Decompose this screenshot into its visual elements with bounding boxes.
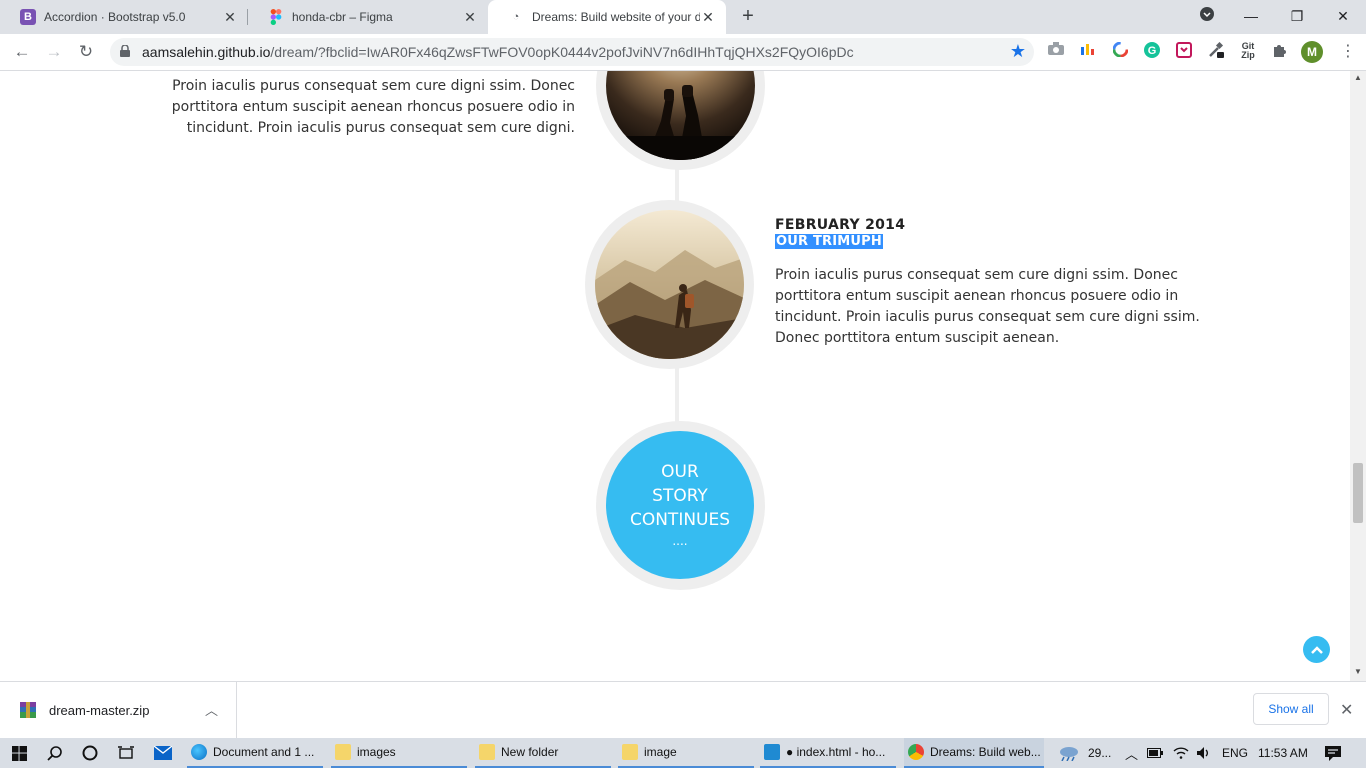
reload-button[interactable]: ↻ — [75, 41, 97, 63]
timeline-entry-date: FEBRUARY 2014 — [775, 217, 906, 233]
taskbar-app-label: Dreams: Build web... — [930, 745, 1041, 759]
timeline-left-text: Proin iaculis purus consequat sem cure d… — [171, 78, 575, 136]
input-language[interactable]: ENG — [1222, 738, 1248, 768]
continues-line-3: CONTINUES — [629, 510, 731, 530]
browser-toolbar: ← → ↻ aamsalehin.github.io/dream/?fbclid… — [0, 34, 1366, 71]
taskbar-app-image[interactable]: image — [618, 738, 754, 768]
chevron-up-icon[interactable]: ︿ — [205, 700, 218, 719]
scroll-up-arrow-icon[interactable]: ▲ — [1354, 73, 1362, 82]
folder-icon — [622, 744, 638, 760]
taskbar-app-label: Document and 1 ... — [213, 745, 315, 759]
windows-start-icon[interactable] — [8, 738, 30, 768]
minimize-button[interactable]: — — [1239, 5, 1263, 27]
close-icon[interactable]: ✕ — [700, 9, 716, 25]
camera-icon[interactable] — [1047, 42, 1065, 60]
pocket-extension-icon[interactable] — [1175, 42, 1193, 60]
back-button[interactable]: ← — [11, 41, 33, 63]
restore-button[interactable]: ❐ — [1285, 5, 1309, 27]
loading-icon: ◔ — [512, 11, 520, 23]
taskbar-app-label: ● index.html - ho... — [786, 745, 886, 759]
url-host: aamsalehin.github.io — [142, 44, 271, 60]
address-bar[interactable]: aamsalehin.github.io/dream/?fbclid=IwAR0… — [110, 38, 1034, 66]
search-icon[interactable] — [44, 738, 66, 768]
browser-menu-icon[interactable]: ⋮ — [1340, 41, 1356, 63]
hiker-image — [595, 210, 744, 359]
svg-text:G: G — [1148, 45, 1157, 57]
close-icon[interactable]: ✕ — [222, 9, 238, 25]
vscode-icon — [764, 744, 780, 760]
timeline-entry-text: Proin iaculis purus consequat sem cure d… — [775, 267, 1200, 346]
page-scrollbar[interactable]: ▲ ▼ — [1350, 71, 1366, 681]
back-to-top-button[interactable] — [1303, 636, 1330, 663]
lock-icon — [120, 45, 130, 57]
system-clock[interactable]: 11:53 AM — [1258, 738, 1308, 768]
taskbar-app-images[interactable]: images — [331, 738, 467, 768]
tray-chevron-up-icon[interactable]: ︿ — [1125, 738, 1138, 768]
folder-icon — [479, 744, 495, 760]
eyedropper-icon[interactable] — [1207, 41, 1225, 60]
figma-icon — [268, 9, 284, 25]
close-icon[interactable]: ✕ — [462, 9, 478, 25]
url-text: aamsalehin.github.io/dream/?fbclid=IwAR0… — [142, 44, 854, 60]
task-view-icon[interactable] — [115, 738, 137, 768]
taskbar-app-label: image — [644, 745, 677, 759]
taskbar-app-new-folder[interactable]: New folder — [475, 738, 611, 768]
extensions-puzzle-icon[interactable] — [1271, 42, 1289, 60]
gitzip-icon[interactable]: Git Zip — [1239, 42, 1257, 60]
tab-title: Dreams: Build website of your dr — [532, 10, 700, 24]
grammarly-icon[interactable]: G — [1143, 42, 1161, 60]
wifi-icon[interactable] — [1173, 738, 1189, 768]
tab-strip: B Accordion · Bootstrap v5.0 ✕ honda-cbr… — [0, 0, 1366, 34]
rain-cloud-icon — [1060, 747, 1078, 761]
winrar-archive-icon — [20, 702, 36, 718]
story-continues-circle: OUR STORY CONTINUES .... — [606, 431, 754, 579]
tab-figma[interactable]: honda-cbr – Figma ✕ — [248, 0, 488, 34]
url-path: /dream/?fbclid=IwAR0Fx46qZwsFTwFOV0opK04… — [270, 44, 854, 60]
scroll-down-arrow-icon[interactable]: ▼ — [1354, 667, 1362, 676]
battery-icon[interactable] — [1147, 738, 1163, 768]
close-icon[interactable]: ✕ — [1340, 700, 1353, 720]
chrome-icon — [908, 744, 924, 760]
download-file-name: dream-master.zip — [49, 703, 150, 718]
scrollbar-thumb[interactable] — [1353, 463, 1363, 523]
cortana-icon[interactable] — [79, 738, 101, 768]
window-close-button[interactable]: ✕ — [1331, 5, 1355, 27]
web-page: Proin iaculis purus consequat sem cure d… — [0, 71, 1350, 681]
weather-temperature: 29... — [1088, 746, 1112, 760]
color-picker-extension-icon[interactable] — [1111, 41, 1129, 60]
tab-search-icon[interactable] — [1195, 5, 1219, 27]
taskbar-app-vscode[interactable]: ● index.html - ho... — [760, 738, 896, 768]
download-item[interactable]: dream-master.zip ︿ — [0, 682, 237, 738]
new-tab-button[interactable]: + — [738, 6, 758, 27]
tab-title: Accordion · Bootstrap v5.0 — [44, 10, 186, 24]
notifications-icon[interactable] — [1325, 738, 1341, 768]
bookmark-star-icon[interactable]: ★ — [1010, 41, 1026, 62]
show-all-button[interactable]: Show all — [1253, 693, 1329, 725]
chart-extension-icon[interactable] — [1079, 42, 1097, 60]
tab-dreams[interactable]: ◔ Dreams: Build website of your dr ✕ — [488, 0, 726, 34]
mail-icon[interactable] — [152, 738, 174, 768]
taskbar-app-label: images — [357, 745, 396, 759]
folder-icon — [335, 744, 351, 760]
continues-line-2: STORY — [652, 486, 708, 506]
bootstrap-icon: B — [20, 9, 36, 25]
continues-dots: .... — [672, 534, 688, 548]
chevron-up-icon — [1310, 645, 1323, 654]
windows-taskbar: Document and 1 ... images New folder ima… — [0, 738, 1366, 768]
forward-button[interactable]: → — [43, 41, 65, 63]
download-shelf: dream-master.zip ︿ Show all ✕ — [0, 681, 1366, 738]
timeline-entry-heading: OUR TRIMUPH — [775, 234, 883, 249]
taskbar-app-edge[interactable]: Document and 1 ... — [187, 738, 323, 768]
edge-icon — [191, 744, 207, 760]
profile-avatar[interactable]: M — [1301, 41, 1323, 63]
tab-bootstrap[interactable]: B Accordion · Bootstrap v5.0 ✕ — [0, 0, 248, 34]
taskbar-app-label: New folder — [501, 745, 559, 759]
tab-title: honda-cbr – Figma — [292, 10, 393, 24]
taskbar-app-chrome[interactable]: Dreams: Build web... — [904, 738, 1044, 768]
volume-icon[interactable] — [1196, 738, 1212, 768]
continues-line-1: OUR — [661, 462, 699, 482]
weather-widget[interactable]: 29... — [1058, 738, 1111, 768]
